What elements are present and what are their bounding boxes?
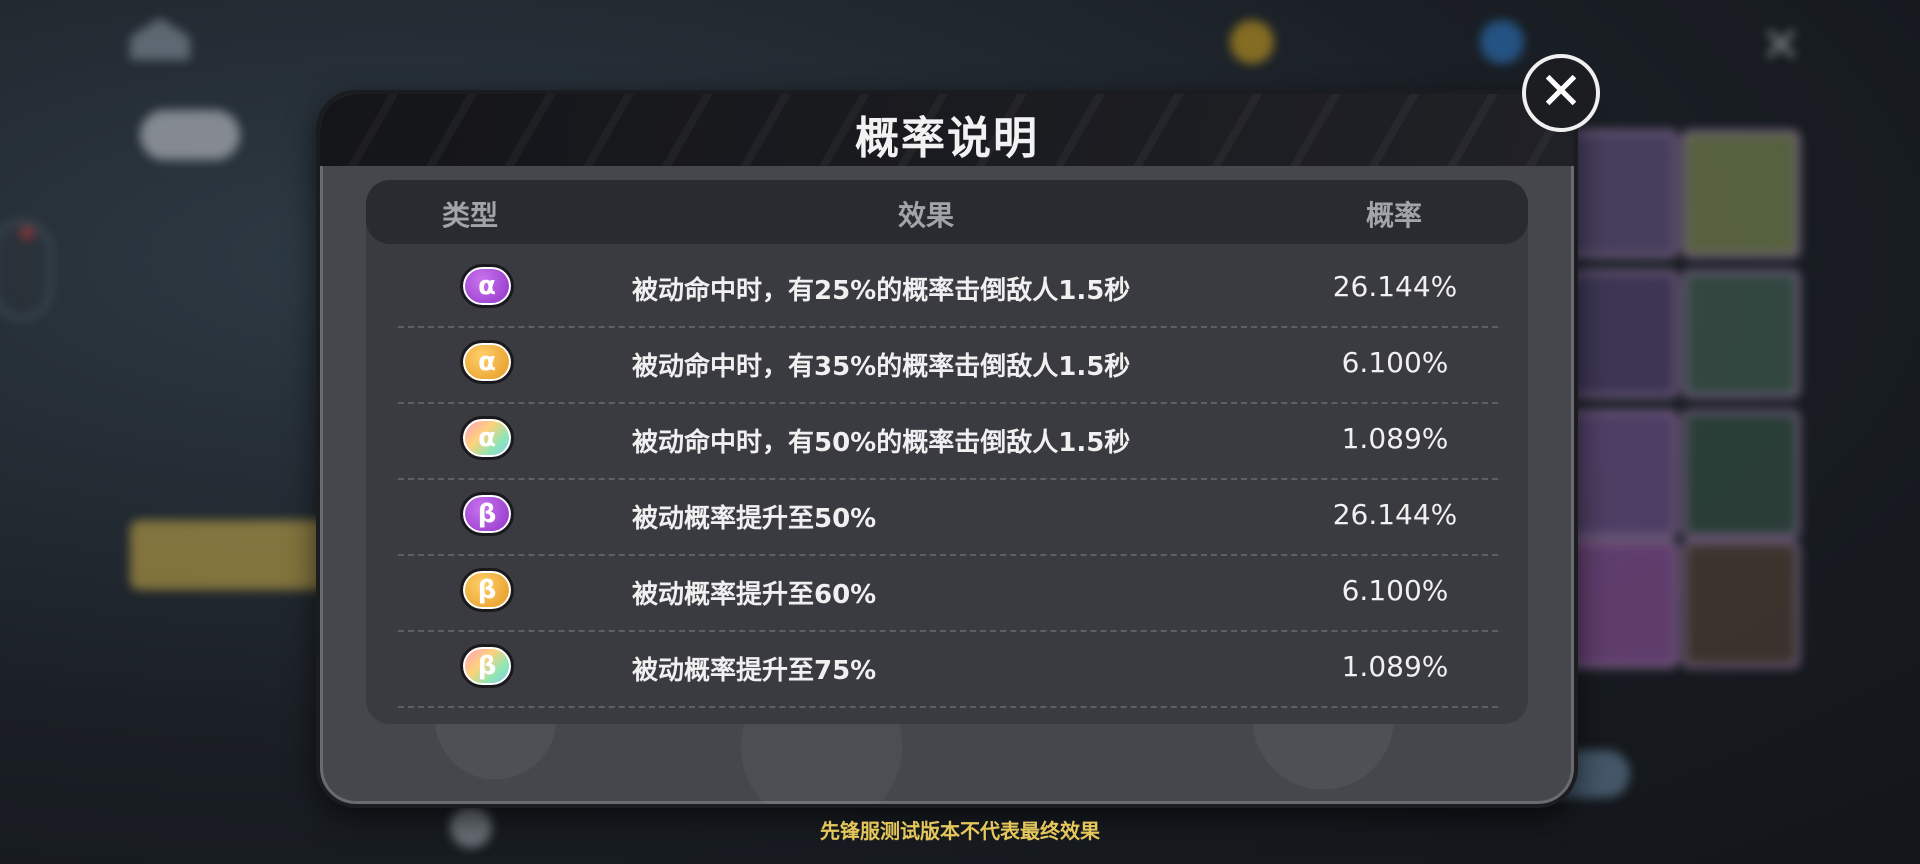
background-side-item — [130, 420, 330, 490]
column-header-probability: 概率 — [1366, 199, 1423, 232]
background-side-item — [130, 200, 330, 270]
table-row: α 被动命中时，有50%的概率击倒敌人1.5秒 1.089% — [398, 402, 1498, 480]
game-screen: ✕ 概率说明 类型 效果 概率 α 被动命中时，有25%的概率击倒敌人1.5秒 … — [0, 0, 1920, 864]
background-card-grid — [1560, 120, 1800, 760]
table-row: α 被动命中时，有25%的概率击倒敌人1.5秒 26.144% — [398, 250, 1498, 328]
modal-header: 概率说明 — [320, 94, 1574, 166]
effect-text: 被动概率提升至50% — [632, 504, 877, 534]
background-side-item — [130, 310, 330, 380]
background-card — [1682, 410, 1800, 538]
alpha-badge-icon: α — [460, 416, 514, 460]
beta-badge-icon: β — [460, 492, 514, 536]
effect-text: 被动命中时，有50%的概率击倒敌人1.5秒 — [632, 428, 1131, 458]
background-close-icon: ✕ — [1760, 16, 1802, 74]
table-row: β 被动概率提升至50% 26.144% — [398, 478, 1498, 556]
probability-value: 1.089% — [1341, 422, 1449, 455]
background-card — [1682, 270, 1800, 398]
gem-icon — [1480, 20, 1524, 64]
notification-dot-icon — [20, 226, 34, 240]
close-x-icon: ✕ — [1539, 62, 1583, 122]
probability-table: 类型 效果 概率 α 被动命中时，有25%的概率击倒敌人1.5秒 26.144%… — [366, 180, 1528, 724]
background-side-item-active — [130, 520, 330, 590]
table-row: α 被动命中时，有35%的概率击倒敌人1.5秒 6.100% — [398, 326, 1498, 404]
column-header-type: 类型 — [442, 199, 499, 232]
table-row: β 被动概率提升至60% 6.100% — [398, 554, 1498, 632]
background-card — [1682, 540, 1800, 668]
alpha-badge-icon: α — [460, 340, 514, 384]
table-row: β 被动概率提升至75% 1.089% — [398, 630, 1498, 708]
effect-text: 被动概率提升至60% — [632, 580, 877, 610]
test-version-note: 先锋服测试版本不代表最终效果 — [820, 819, 1100, 843]
background-side-item — [130, 620, 330, 690]
probability-modal: 概率说明 类型 效果 概率 α 被动命中时，有25%的概率击倒敌人1.5秒 26… — [316, 90, 1578, 808]
modal-title: 概率说明 — [855, 113, 1039, 164]
probability-value: 6.100% — [1341, 574, 1449, 607]
background-filter-pill — [140, 110, 240, 160]
probability-value: 6.100% — [1341, 346, 1449, 379]
probability-value: 26.144% — [1332, 498, 1458, 531]
beta-badge-icon: β — [460, 644, 514, 688]
close-button[interactable]: ✕ — [1522, 54, 1600, 132]
effect-text: 被动命中时，有35%的概率击倒敌人1.5秒 — [632, 352, 1131, 382]
effect-text: 被动命中时，有25%的概率击倒敌人1.5秒 — [632, 276, 1131, 306]
probability-value: 1.089% — [1341, 650, 1449, 683]
table-header: 类型 效果 概率 — [366, 180, 1528, 244]
background-card — [1682, 130, 1800, 258]
probability-value: 26.144% — [1332, 270, 1458, 303]
column-header-effect: 效果 — [898, 199, 955, 232]
home-icon — [130, 18, 190, 60]
gold-coin-icon — [1230, 20, 1274, 64]
alpha-badge-icon: α — [460, 264, 514, 308]
effect-text: 被动概率提升至75% — [632, 656, 877, 686]
beta-badge-icon: β — [460, 568, 514, 612]
